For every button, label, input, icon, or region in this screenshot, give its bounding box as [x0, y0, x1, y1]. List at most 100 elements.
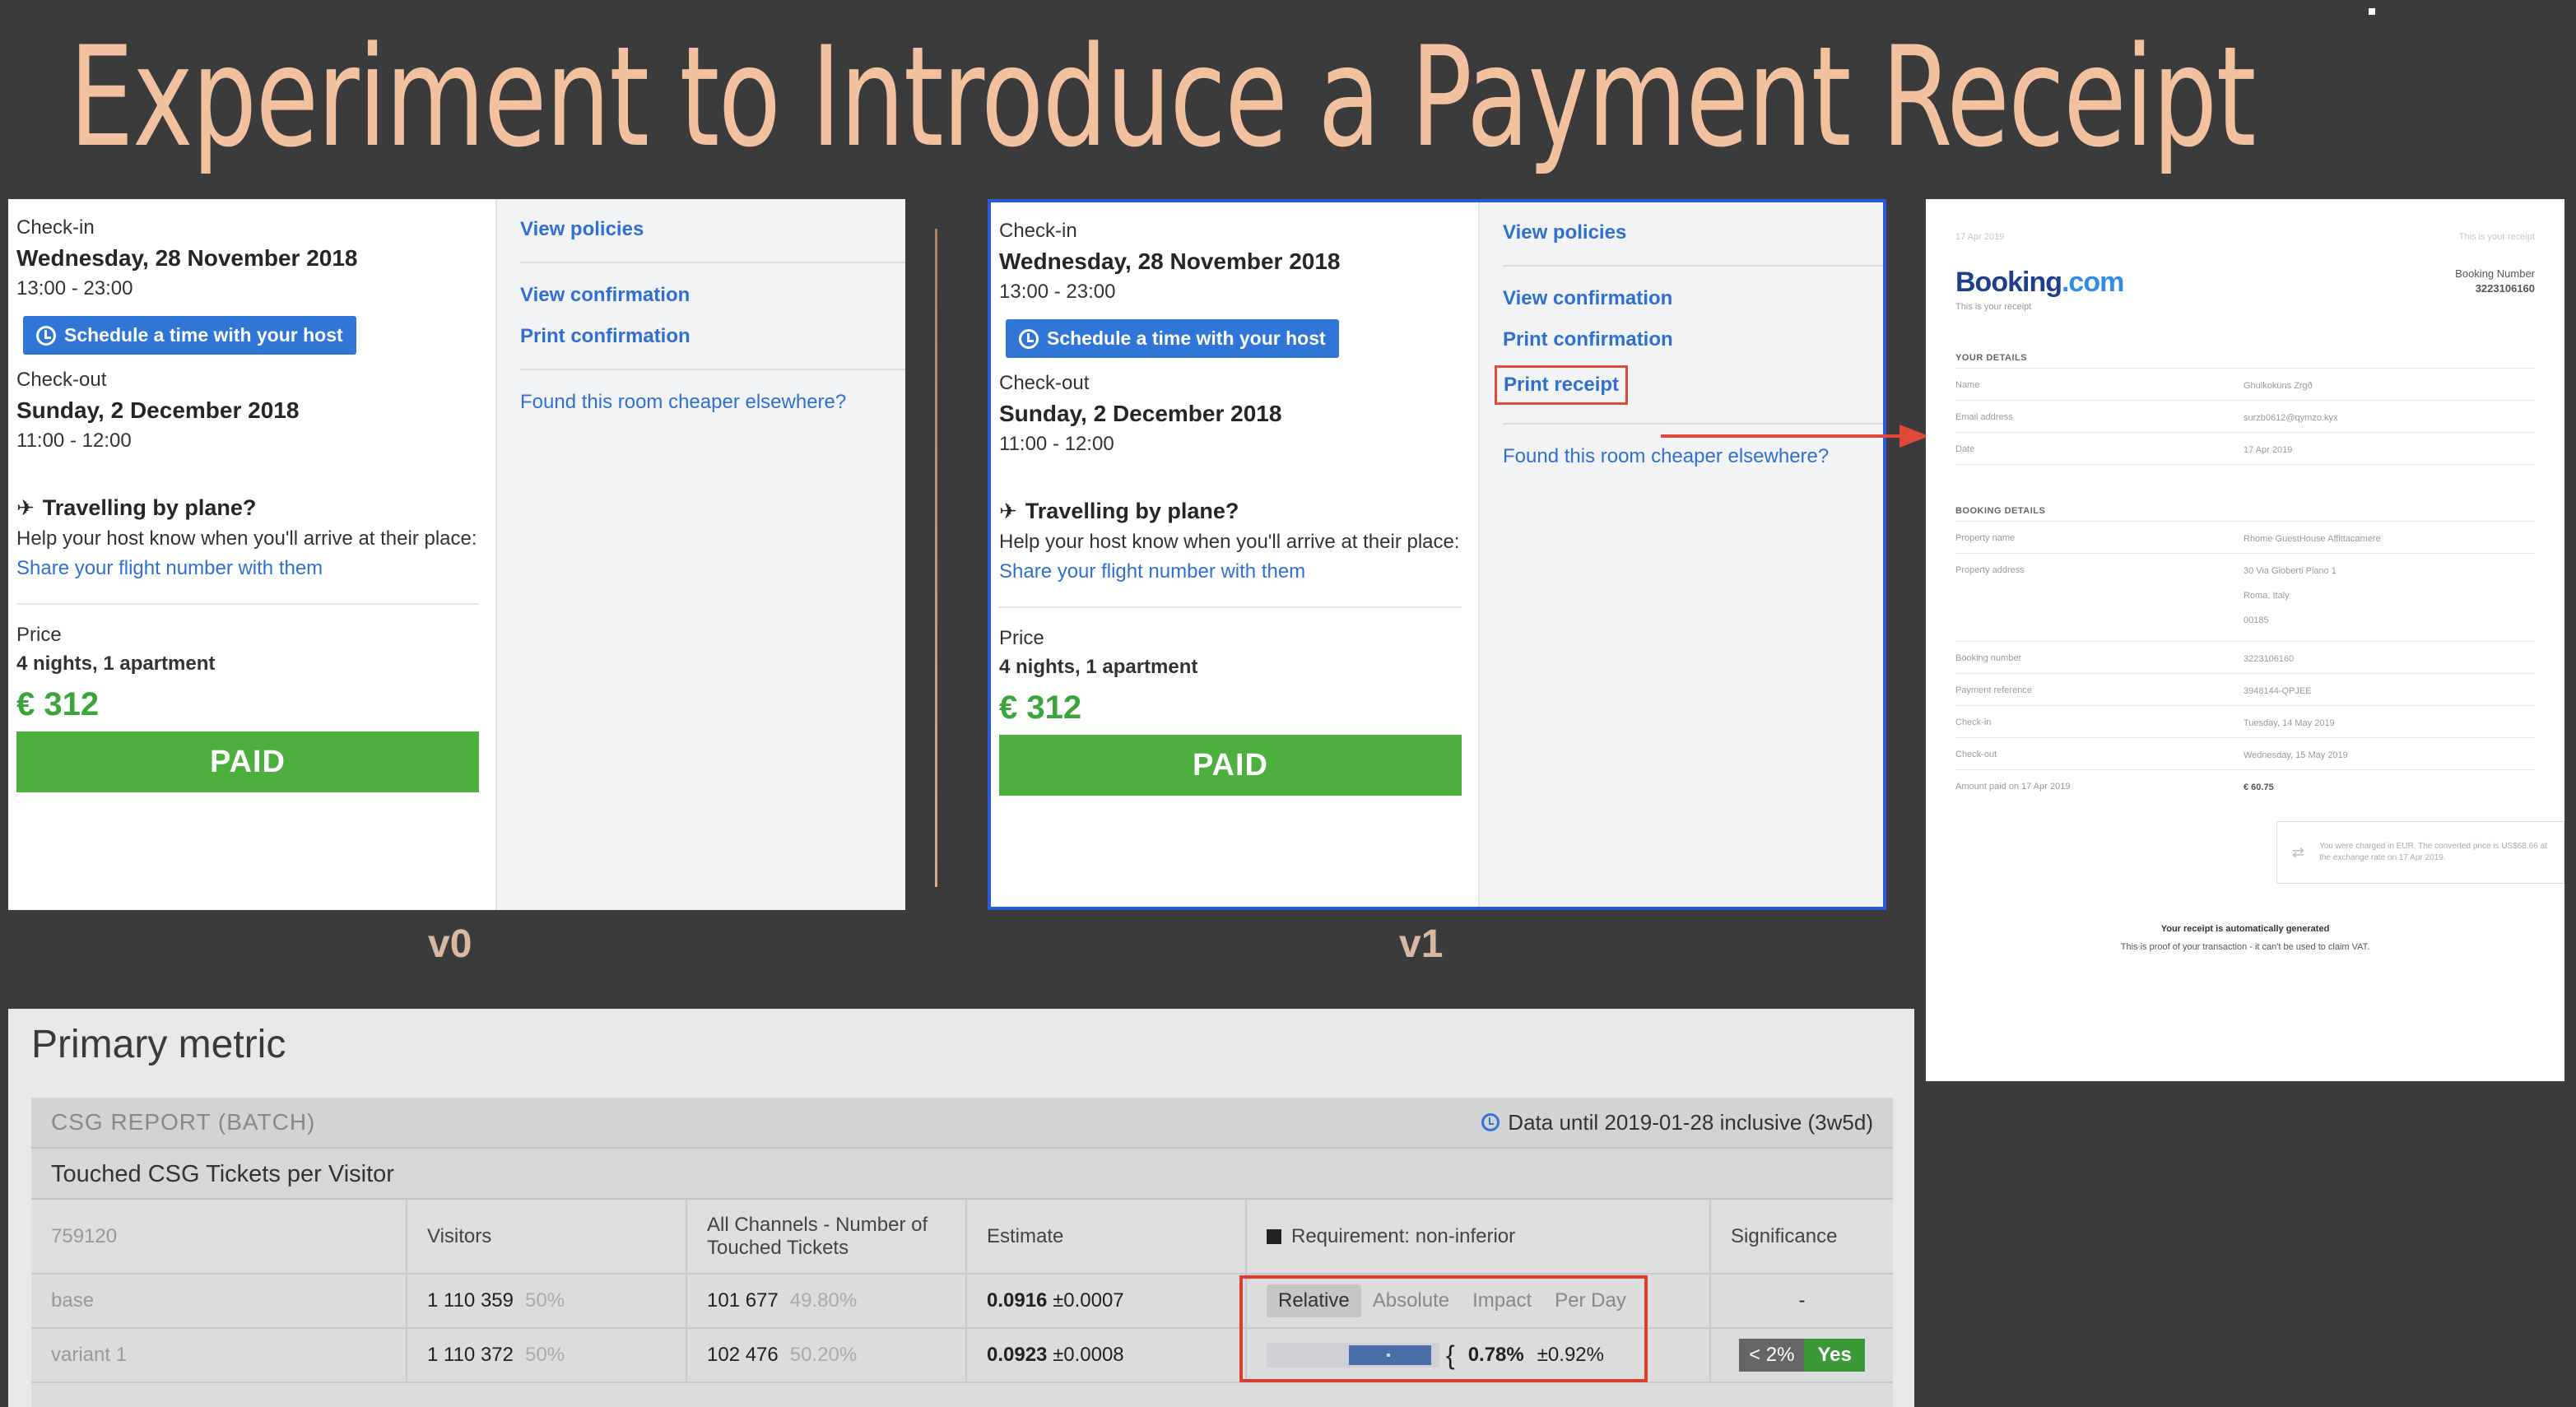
- print-confirmation-link[interactable]: Print confirmation: [1503, 326, 1860, 354]
- checkout-time: 11:00 - 12:00: [999, 433, 1114, 455]
- receipt-date: 17 Apr 2019: [1955, 232, 2005, 242]
- receipt-footer-text: This is proof of your transaction - it c…: [2120, 942, 2370, 952]
- travel-heading-text: Travelling by plane?: [1025, 499, 1239, 523]
- checkout-date: Sunday, 2 December 2018: [999, 401, 1282, 426]
- slide-title: Experiment to Introduce a Payment Receip…: [69, 16, 2256, 178]
- price-label: Price: [16, 624, 62, 646]
- tickets-cell: 102 476 50.20%: [686, 1328, 967, 1383]
- booking-number-label: Booking Number: [2455, 267, 2535, 280]
- exchange-icon: ⇄: [2292, 844, 2305, 861]
- booking-actions-column: View policies View confirmation Print co…: [1478, 202, 1883, 907]
- results-table: 759120 Visitors All Channels - Number of…: [31, 1200, 1893, 1383]
- threshold-marker: {: [1446, 1340, 1455, 1370]
- booking-details-column: Check-in Wednesday, 28 November 2018 13:…: [8, 199, 495, 910]
- brand-subtitle: This is your receipt: [1955, 302, 2032, 312]
- v1-label: v1: [1399, 922, 1444, 966]
- experiment-id: 759120: [31, 1200, 407, 1275]
- cheaper-elsewhere-link[interactable]: Found this room cheaper elsewhere?: [520, 388, 882, 416]
- schedule-host-button[interactable]: Schedule a time with your host: [23, 316, 356, 355]
- receipt-row: Amount paid on 17 Apr 2019 € 60.75: [1955, 782, 2274, 792]
- price-detail: 4 nights, 1 apartment: [16, 652, 216, 675]
- metric-subtitle: Touched CSG Tickets per Visitor: [31, 1149, 1893, 1200]
- tab-per-day[interactable]: Per Day: [1543, 1284, 1638, 1317]
- checkin-date: Wednesday, 28 November 2018: [999, 248, 1341, 274]
- receipt-row: Property name Rhome GuestHouse Affittacam…: [1955, 522, 2535, 554]
- requirement-header: Requirement: non-inferior: [1246, 1200, 1711, 1275]
- booking-panel-v0: Check-in Wednesday, 28 November 2018 13:…: [8, 199, 905, 910]
- view-policies-link[interactable]: View policies: [1503, 219, 1860, 247]
- significance-header: Significance: [1710, 1200, 1893, 1275]
- row-name: variant 1: [31, 1328, 407, 1383]
- price-label: Price: [999, 627, 1044, 649]
- view-policies-link[interactable]: View policies: [520, 216, 882, 244]
- paid-button[interactable]: PAID: [16, 731, 479, 792]
- receipt-document: 17 Apr 2019 This is your receipt Booking…: [1926, 199, 2564, 1081]
- csg-report: CSG REPORT (BATCH) Data until 2019-01-28…: [31, 1098, 1893, 1407]
- confidence-bar-fill: [1349, 1345, 1431, 1365]
- plane-icon: ✈: [16, 495, 35, 520]
- view-confirmation-link[interactable]: View confirmation: [520, 281, 882, 309]
- table-row: base 1 110 359 50% 101 677 49.80% 0.0916 ±…: [31, 1274, 1893, 1329]
- square-icon: [1267, 1228, 1281, 1244]
- checkin-label: Check-in: [16, 216, 95, 239]
- flight-number-link[interactable]: Share your flight number with them: [999, 557, 1462, 587]
- visitors-cell: 1 110 359 50%: [407, 1274, 687, 1329]
- print-receipt-link[interactable]: Print receipt: [1504, 371, 1619, 399]
- price-value: € 312: [999, 690, 1082, 726]
- estimate-cell: 0.0923 ±0.0008: [966, 1328, 1247, 1383]
- significance-cell: -: [1710, 1274, 1893, 1329]
- booking-details-heading: BOOKING DETAILS: [1955, 506, 2046, 516]
- flight-number-link[interactable]: Share your flight number with them: [16, 554, 479, 583]
- corner-dot: [2369, 8, 2375, 15]
- clock-icon: [1019, 328, 1039, 349]
- travel-text: Help your host know when you'll arrive a…: [16, 527, 477, 550]
- data-until: Data until 2019-01-28 inclusive (3w5d): [1481, 1110, 1873, 1135]
- clock-icon: [36, 325, 56, 346]
- paid-button[interactable]: PAID: [999, 735, 1462, 796]
- receipt-row: Check-out Wednesday, 15 May 2019: [1955, 738, 2535, 770]
- checkin-date: Wednesday, 28 November 2018: [16, 245, 358, 271]
- tab-absolute[interactable]: Absolute: [1361, 1284, 1461, 1317]
- receipt-footer-title: Your receipt is automatically generated: [2160, 924, 2330, 934]
- cheaper-elsewhere-link[interactable]: Found this room cheaper elsewhere?: [1503, 443, 1860, 471]
- primary-metric-panel: Primary metric CSG REPORT (BATCH) Data u…: [8, 1009, 1914, 1407]
- travel-heading: ✈ Travelling by plane?: [16, 491, 479, 524]
- booking-number: 3223106160: [2475, 282, 2535, 295]
- receipt-row: Name Ghulkokuns Zrgð: [1955, 369, 2535, 401]
- travel-heading: ✈ Travelling by plane?: [999, 495, 1462, 527]
- receipt-row: Booking number 3223106160: [1955, 642, 2535, 674]
- receipt-row: Check-in Tuesday, 14 May 2019: [1955, 706, 2535, 738]
- print-receipt-highlight: Print receipt: [1495, 365, 1629, 405]
- plane-icon: ✈: [999, 499, 1017, 523]
- print-confirmation-link[interactable]: Print confirmation: [520, 323, 882, 351]
- booking-logo: Booking.com: [1955, 267, 2124, 298]
- your-details-heading: YOUR DETAILS: [1955, 353, 2028, 363]
- v0-label: v0: [428, 922, 472, 966]
- price-detail: 4 nights, 1 apartment: [999, 656, 1198, 678]
- receipt-row: Payment reference 3948144-QPJEE: [1955, 674, 2535, 706]
- price-value: € 312: [16, 686, 100, 722]
- currency-note: ⇄ You were charged in EUR. The converted…: [2276, 821, 2564, 884]
- tickets-header: All Channels - Number of Touched Tickets: [686, 1200, 967, 1275]
- tab-impact[interactable]: Impact: [1461, 1284, 1543, 1317]
- arrow-head-icon: [1899, 425, 1929, 448]
- significance-badge: < 2% Yes: [1739, 1339, 1865, 1372]
- relative-value: 0.78%: [1467, 1344, 1524, 1366]
- significance-cell: < 2% Yes: [1710, 1328, 1893, 1383]
- booking-details-column: Check-in Wednesday, 28 November 2018 13:…: [991, 202, 1478, 907]
- estimate-cell: 0.0916 ±0.0007: [966, 1274, 1247, 1329]
- checkin-label: Check-in: [999, 220, 1077, 242]
- receipt-row: Property address 30 Via Gioberti Piano 1…: [1955, 554, 2535, 642]
- checkout-label: Check-out: [999, 372, 1090, 394]
- table-row: variant 1 1 110 372 50% 102 476 50.20% 0.0…: [31, 1328, 1893, 1383]
- relative-change-cell: { 0.78% ±0.92%: [1246, 1328, 1711, 1383]
- checkout-time: 11:00 - 12:00: [16, 430, 132, 452]
- tab-relative[interactable]: Relative: [1267, 1284, 1361, 1317]
- checkin-time: 13:00 - 23:00: [999, 281, 1116, 303]
- table-header-row: 759120 Visitors All Channels - Number of…: [31, 1200, 1893, 1275]
- relative-error: ±0.92%: [1537, 1344, 1604, 1366]
- schedule-host-button[interactable]: Schedule a time with your host: [1006, 319, 1339, 358]
- booking-panel-v1: Check-in Wednesday, 28 November 2018 13:…: [988, 199, 1886, 910]
- view-confirmation-link[interactable]: View confirmation: [1503, 285, 1860, 313]
- estimate-header: Estimate: [966, 1200, 1247, 1275]
